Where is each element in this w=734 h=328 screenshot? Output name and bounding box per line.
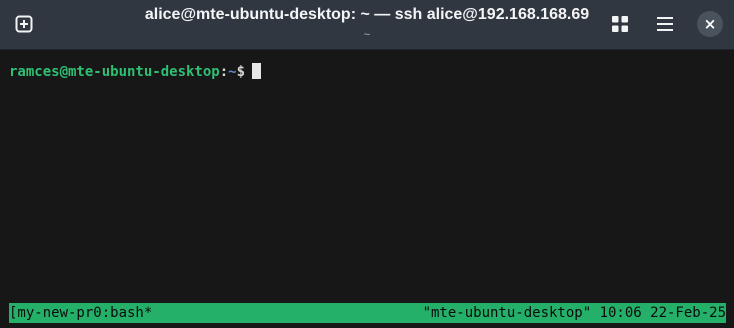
prompt-colon: : <box>219 64 229 80</box>
titlebar: alice@mte-ubuntu-desktop: ~ — ssh alice@… <box>0 0 734 50</box>
tmux-host-clock: "mte-ubuntu-desktop" 10:06 22-Feb-25 <box>422 305 726 321</box>
shell-prompt-line: ramces@mte-ubuntu-desktop:~$ <box>9 63 262 81</box>
prompt-symbol: $ <box>236 64 246 80</box>
menu-button[interactable] <box>652 11 678 37</box>
grid-icon <box>612 16 628 32</box>
close-button[interactable]: × <box>697 11 723 37</box>
tmux-status-bar: [my-new-pr0:bash* "mte-ubuntu-desktop" 1… <box>9 303 726 323</box>
text-cursor <box>252 63 262 79</box>
prompt-path: ~ <box>228 64 237 80</box>
close-icon: × <box>703 15 717 33</box>
tmux-session-window: [my-new-pr0:bash* <box>9 305 153 321</box>
terminal-window: alice@mte-ubuntu-desktop: ~ — ssh alice@… <box>0 0 734 328</box>
prompt-user-host: ramces@mte-ubuntu-desktop <box>9 64 220 80</box>
tab-overview-button[interactable] <box>607 11 633 37</box>
terminal-output-area[interactable]: ramces@mte-ubuntu-desktop:~$ [my-new-pr0… <box>0 50 734 328</box>
hamburger-menu-icon <box>657 17 673 31</box>
